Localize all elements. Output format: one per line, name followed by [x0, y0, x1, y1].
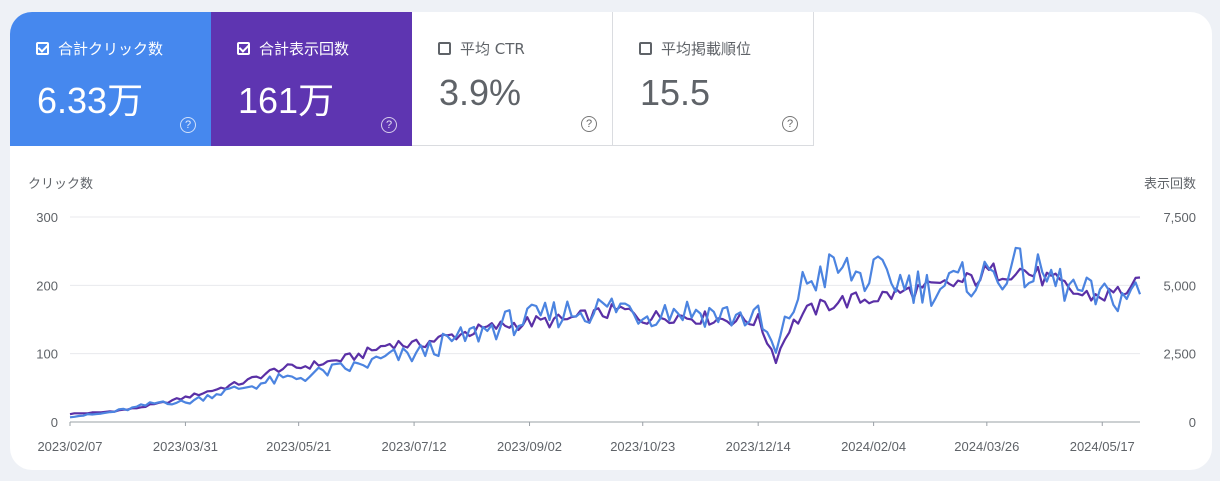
right-tick-label: 5,000	[1163, 278, 1196, 293]
metric-label: 合計クリック数	[58, 40, 164, 58]
x-tick-label: 2023/02/07	[37, 439, 102, 454]
checkbox-unchecked-icon[interactable]	[639, 42, 652, 55]
performance-card: 合計クリック数 6.33万 ? 合計表示回数 161万 ? 平均 CTR 3.9…	[10, 12, 1212, 470]
metric-value: 15.5	[640, 72, 711, 113]
left-tick-label: 100	[36, 347, 58, 362]
left-tick-label: 0	[51, 415, 58, 430]
right-tick-label: 7,500	[1163, 210, 1196, 225]
help-icon[interactable]: ?	[581, 116, 597, 132]
metric-total-clicks[interactable]: 合計クリック数 6.33万 ?	[10, 12, 211, 146]
checkbox-unchecked-icon[interactable]	[438, 42, 451, 55]
metric-label: 平均掲載順位	[661, 40, 752, 58]
metric-average-ctr[interactable]: 平均 CTR 3.9% ?	[412, 12, 613, 146]
left-tick-label: 300	[36, 210, 58, 225]
metric-average-position[interactable]: 平均掲載順位 15.5 ?	[613, 12, 814, 146]
metric-value: 161万	[238, 80, 335, 121]
left-tick-label: 200	[36, 278, 58, 293]
metric-total-impressions[interactable]: 合計表示回数 161万 ?	[211, 12, 412, 146]
x-tick-label: 2024/03/26	[954, 439, 1019, 454]
checkbox-checked-icon[interactable]	[237, 42, 250, 55]
x-tick-label: 2024/05/17	[1070, 439, 1135, 454]
x-tick-label: 2023/07/12	[382, 439, 447, 454]
metric-value: 3.9%	[439, 72, 522, 113]
help-icon[interactable]: ?	[381, 117, 397, 133]
left-axis-title: クリック数	[28, 176, 93, 191]
x-tick-label: 2023/09/02	[497, 439, 562, 454]
x-tick-label: 2023/12/14	[726, 439, 791, 454]
metric-label: 平均 CTR	[460, 40, 525, 58]
performance-chart: クリック数 表示回数 300 7,500 200 5,000 100 2,500 0 0 202…	[28, 176, 1196, 454]
x-tick-label: 2023/10/23	[610, 439, 675, 454]
clicks-series-line[interactable]	[69, 246, 1142, 419]
checkbox-checked-icon[interactable]	[36, 42, 49, 55]
right-tick-label: 0	[1189, 415, 1196, 430]
impressions-series-line[interactable]	[69, 262, 1141, 416]
right-axis-title: 表示回数	[1144, 176, 1196, 191]
help-icon[interactable]: ?	[180, 117, 196, 133]
metric-label: 合計表示回数	[259, 40, 350, 58]
x-tick-label: 2023/05/21	[266, 439, 331, 454]
x-tick-label: 2024/02/04	[841, 439, 906, 454]
metric-tiles: 合計クリック数 6.33万 ? 合計表示回数 161万 ? 平均 CTR 3.9…	[10, 12, 814, 146]
right-tick-label: 2,500	[1163, 347, 1196, 362]
x-tick-label: 2023/03/31	[153, 439, 218, 454]
help-icon[interactable]: ?	[782, 116, 798, 132]
metric-value: 6.33万	[37, 80, 144, 121]
